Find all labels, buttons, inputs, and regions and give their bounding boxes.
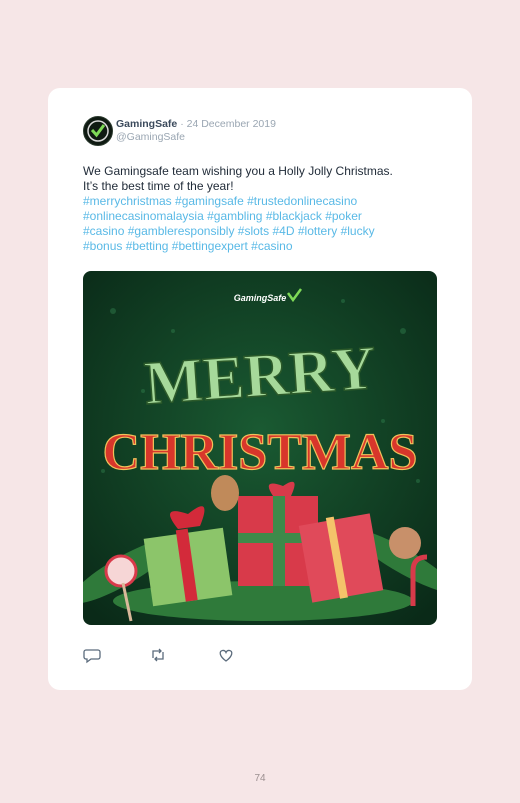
author-name[interactable]: GamingSafe — [116, 118, 177, 130]
hashtag[interactable]: #poker — [325, 209, 362, 223]
comment-icon[interactable] — [83, 646, 101, 664]
separator: · — [180, 118, 184, 130]
hashtag[interactable]: #slots — [238, 224, 269, 238]
hashtag[interactable]: #onlinecasinomalaysia — [83, 209, 204, 223]
hashtag[interactable]: #casino — [251, 239, 292, 253]
hashtag[interactable]: #betting — [126, 239, 169, 253]
hashtag[interactable]: #lucky — [341, 224, 375, 238]
tweet-text-line: It’s the best time of the year! — [83, 179, 234, 193]
page-number: 74 — [254, 773, 266, 784]
image-christmas-text: CHRISTMAS — [103, 424, 418, 481]
hashtag[interactable]: #casino — [83, 224, 124, 238]
hashtag-list: #merrychristmas #gamingsafe #trustedonli… — [83, 194, 443, 254]
hashtag[interactable]: #merrychristmas — [83, 194, 172, 208]
hashtag[interactable]: #trustedonlinecasino — [247, 194, 357, 208]
hashtag[interactable]: #blackjack — [266, 209, 322, 223]
image-logo-text: GamingSafe — [234, 293, 287, 303]
hashtag[interactable]: #gambling — [207, 209, 262, 223]
heart-icon[interactable] — [217, 646, 235, 664]
post-date[interactable]: 24 December 2019 — [187, 118, 276, 130]
author-handle[interactable]: @GamingSafe — [116, 131, 276, 144]
tweet-actions — [83, 646, 283, 666]
avatar[interactable] — [83, 116, 113, 146]
hashtag[interactable]: #gamingsafe — [175, 194, 244, 208]
hashtag[interactable]: #4D — [273, 224, 295, 238]
hashtag[interactable]: #gambleresponsibly — [128, 224, 235, 238]
tweet-text-line: We Gamingsafe team wishing you a Holly J… — [83, 164, 393, 178]
hashtag[interactable]: #bettingexpert — [172, 239, 248, 253]
tweet-card: GamingSafe · 24 December 2019 @GamingSaf… — [48, 88, 472, 690]
christmas-image[interactable]: GamingSafe MERRY CHRISTMAS — [83, 271, 437, 625]
retweet-icon[interactable] — [149, 646, 167, 664]
hashtag[interactable]: #lottery — [298, 224, 337, 238]
hashtag[interactable]: #bonus — [83, 239, 122, 253]
tweet-text: We Gamingsafe team wishing you a Holly J… — [83, 164, 443, 254]
